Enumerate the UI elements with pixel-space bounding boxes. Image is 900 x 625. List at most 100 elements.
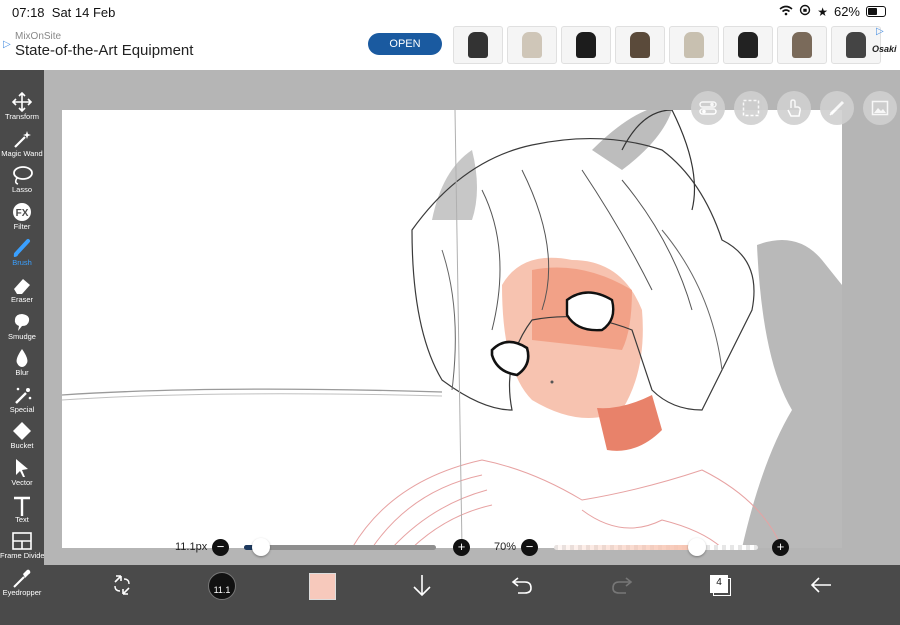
- ad-banner[interactable]: ▷ MixOnSite State-of-the-Art Equipment O…: [0, 24, 900, 71]
- brush-size-label: 11.1px: [175, 541, 208, 553]
- tool-label: Transform: [5, 112, 39, 121]
- tool-text[interactable]: Text: [0, 491, 44, 527]
- ad-product-thumb[interactable]: [561, 26, 611, 64]
- tool-transform[interactable]: Transform: [0, 88, 44, 124]
- redo-button[interactable]: [610, 574, 634, 596]
- tool-vector[interactable]: Vector: [0, 454, 44, 490]
- tool-bucket[interactable]: Bucket: [0, 417, 44, 453]
- blur-drop-icon: [10, 348, 34, 368]
- ad-product-thumb[interactable]: [669, 26, 719, 64]
- eraser-icon: [10, 275, 34, 295]
- magic-wand-icon: [10, 129, 34, 149]
- brush-size-thumb[interactable]: [252, 538, 271, 556]
- brush-size-plus-button[interactable]: +: [453, 539, 470, 556]
- ad-brand: Osaki: [872, 44, 897, 54]
- ad-product-thumb[interactable]: [453, 26, 503, 64]
- layer-toggle-button[interactable]: [691, 91, 725, 125]
- layer-count: 4: [716, 577, 722, 588]
- ad-sponsor: MixOnSite: [15, 31, 62, 42]
- ad-info-icon[interactable]: ▷: [876, 26, 884, 37]
- tool-label: Eyedropper: [2, 587, 42, 597]
- tool-label: Text: [15, 514, 29, 524]
- tool-label: Eraser: [10, 295, 34, 304]
- battery-percent: 62%: [833, 4, 860, 19]
- tool-filter[interactable]: FX Filter: [0, 198, 44, 234]
- brush-size-minus-button[interactable]: −: [212, 539, 229, 556]
- undo-icon: [511, 577, 532, 594]
- opacity-slider[interactable]: 70% − +: [492, 536, 792, 558]
- back-button[interactable]: [809, 574, 833, 596]
- ad-product-images[interactable]: [453, 26, 881, 64]
- ad-product-thumb[interactable]: [615, 26, 665, 64]
- artwork: [62, 110, 842, 548]
- tool-blur[interactable]: Blur: [0, 344, 44, 380]
- arrow-left-icon: [810, 577, 831, 593]
- ad-product-thumb[interactable]: [507, 26, 557, 64]
- brush-size-slider[interactable]: 11.1px − +: [172, 536, 472, 558]
- brush-size-indicator[interactable]: 11.1: [208, 572, 236, 600]
- brush-size-badge: 11.1: [213, 585, 231, 595]
- tool-label: Frame Divider: [0, 551, 48, 561]
- ad-product-thumb[interactable]: [723, 26, 773, 64]
- rotate-arrows-icon: [114, 575, 130, 595]
- layers-button[interactable]: 4: [708, 573, 734, 599]
- lasso-icon: [10, 165, 34, 185]
- battery-icon: [866, 6, 886, 17]
- tool-special[interactable]: Special: [0, 381, 44, 417]
- tool-sidebar: Transform Magic Wand Lasso FX Filter Brush Era…: [0, 70, 48, 625]
- opacity-label: 70%: [494, 541, 517, 553]
- screen-lock-icon: [799, 4, 811, 19]
- brush-icon: [10, 238, 34, 258]
- eyedropper-icon: [10, 568, 34, 588]
- opacity-plus-button[interactable]: +: [772, 539, 789, 556]
- tool-magic-wand[interactable]: Magic Wand: [0, 125, 44, 161]
- tool-frame-divider[interactable]: Frame Divider: [0, 527, 48, 563]
- bottom-toolbar: 11.1 4: [44, 565, 900, 625]
- image-button[interactable]: [863, 91, 897, 125]
- transform-swap-button[interactable]: [110, 573, 134, 597]
- redo-icon: [612, 577, 633, 594]
- text-icon: [10, 495, 34, 516]
- tool-label: Lasso: [11, 185, 32, 195]
- undo-button[interactable]: [510, 574, 534, 596]
- ad-headline[interactable]: State-of-the-Art Equipment: [15, 42, 193, 59]
- tool-label: Smudge: [8, 331, 36, 341]
- ruler-pen-icon: [829, 100, 845, 116]
- smudge-icon: [10, 312, 34, 332]
- tool-eyedropper[interactable]: Eyedropper: [0, 564, 44, 600]
- color-swatch-button[interactable]: [309, 573, 336, 600]
- selection-icon: [742, 99, 760, 117]
- star-icon: ★: [817, 4, 828, 19]
- selection-button[interactable]: [734, 91, 768, 125]
- tool-brush[interactable]: Brush: [0, 234, 44, 270]
- tool-label: Magic Wand: [1, 148, 43, 158]
- finger-touch-icon: [787, 99, 801, 117]
- touch-button[interactable]: [777, 91, 811, 125]
- vector-cursor-icon: [10, 458, 34, 478]
- import-layer-button[interactable]: [411, 573, 433, 599]
- ruler-button[interactable]: [820, 91, 854, 125]
- tool-eraser[interactable]: Eraser: [0, 271, 44, 307]
- opacity-thumb[interactable]: [687, 538, 706, 556]
- arrow-down-icon: [413, 575, 431, 597]
- tool-smudge[interactable]: Smudge: [0, 308, 44, 344]
- wifi-icon: [779, 4, 793, 19]
- adchoices-icon[interactable]: ▷: [3, 39, 11, 50]
- image-icon: [871, 100, 889, 116]
- tool-lasso[interactable]: Lasso: [0, 161, 44, 197]
- status-bar: 07:18 Sat 14 Feb ★ 62%: [0, 0, 900, 24]
- tool-label: Bucket: [10, 441, 34, 451]
- bucket-icon: [10, 421, 34, 441]
- ad-product-thumb[interactable]: [777, 26, 827, 64]
- drawing-canvas[interactable]: [62, 110, 842, 548]
- special-wand-icon: [10, 385, 34, 405]
- brush-size-track[interactable]: [244, 545, 436, 550]
- tool-label: Brush: [12, 258, 32, 268]
- opacity-track[interactable]: [554, 545, 758, 550]
- tool-label: Blur: [15, 368, 29, 378]
- status-date: Sat 14 Feb: [51, 5, 116, 20]
- tool-label: Special: [9, 404, 35, 414]
- ad-open-button[interactable]: OPEN: [368, 33, 442, 55]
- frame-divider-icon: [10, 531, 34, 551]
- opacity-minus-button[interactable]: −: [521, 539, 538, 556]
